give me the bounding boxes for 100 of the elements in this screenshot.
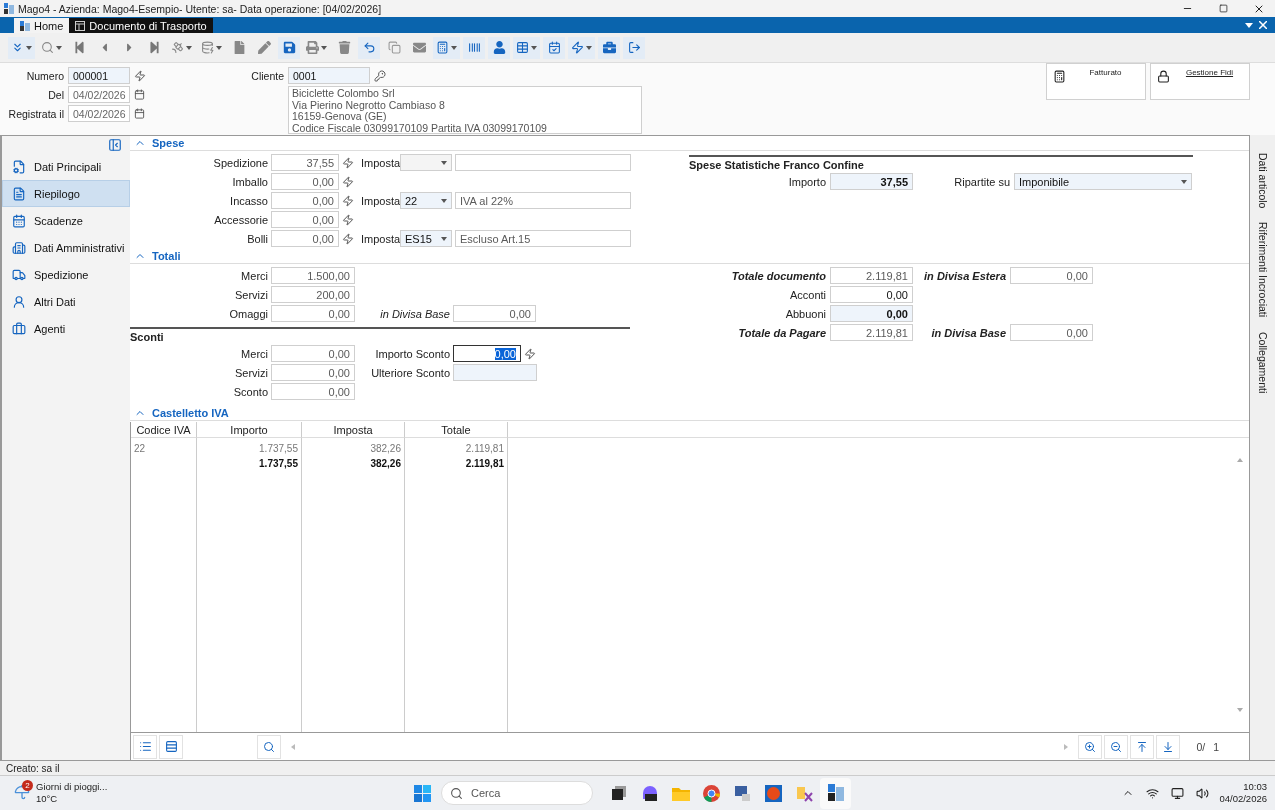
undo-icon[interactable] xyxy=(362,41,376,54)
caret-icon[interactable] xyxy=(321,45,327,50)
caret-icon[interactable] xyxy=(56,45,62,50)
zoom-in-button[interactable] xyxy=(1078,734,1103,759)
amount-field[interactable]: 2.119,81 xyxy=(830,267,913,284)
amount-field[interactable]: 0,00 xyxy=(271,383,355,400)
sidebar-item[interactable]: Altri Dati xyxy=(2,288,130,315)
info-widget[interactable]: Gestione Fidi xyxy=(1150,63,1250,100)
amount-field[interactable]: 0,00 xyxy=(830,286,913,303)
list-view-button[interactable] xyxy=(133,734,157,759)
amount-field[interactable]: 37,55 xyxy=(271,154,339,171)
mago-app-icon[interactable] xyxy=(827,784,844,802)
satellite-icon[interactable] xyxy=(171,41,184,54)
date-field[interactable]: 04/02/2026 xyxy=(68,86,130,103)
caret-icon[interactable] xyxy=(216,45,222,50)
sidebar-item[interactable]: Dati Amministrativi xyxy=(2,234,130,261)
column-header[interactable]: Totale xyxy=(405,422,508,438)
start-icon[interactable] xyxy=(414,784,431,802)
amount-field[interactable]: 0,00 xyxy=(1010,267,1093,284)
umbrella-icon[interactable] xyxy=(14,784,30,800)
zoom-out-button[interactable] xyxy=(1104,734,1129,759)
amount-field[interactable]: 0,00 xyxy=(830,305,913,322)
amount-field[interactable]: 0,00 xyxy=(271,230,339,247)
briefcase-icon[interactable] xyxy=(602,41,616,54)
calculator-icon[interactable] xyxy=(436,41,449,54)
caret-icon[interactable] xyxy=(26,45,32,50)
amount-field[interactable]: 0,00 xyxy=(271,345,355,362)
sidebar-item[interactable]: Agenti xyxy=(2,315,130,342)
tax-description-field[interactable]: IVA al 22% xyxy=(455,192,631,209)
delete-icon[interactable] xyxy=(337,41,351,54)
document-tab[interactable]: Documento di Trasporto xyxy=(69,18,213,33)
sidebar-item[interactable]: Dati Principali xyxy=(2,153,130,180)
customer-code-field[interactable]: 0001 xyxy=(288,67,370,84)
side-tab[interactable]: Collegamenti xyxy=(1256,331,1269,393)
clock-time[interactable]: 10:03 xyxy=(1243,781,1267,793)
side-tab[interactable]: Riferimenti Incrociati xyxy=(1256,222,1269,318)
amount-field[interactable]: 1.500,00 xyxy=(271,267,355,284)
user-icon[interactable] xyxy=(492,41,506,54)
first-record-icon[interactable] xyxy=(72,41,86,54)
caret-icon[interactable] xyxy=(441,236,447,241)
amount-field[interactable]: 0,00 xyxy=(1010,324,1093,341)
barcode-icon[interactable] xyxy=(467,41,481,54)
sidebar-item[interactable]: Spedizione xyxy=(2,261,130,288)
sidebar-item[interactable]: Riepilogo xyxy=(2,180,130,207)
tax-description-field[interactable]: Escluso Art.15 xyxy=(455,230,631,247)
amount-field[interactable]: 200,00 xyxy=(271,286,355,303)
collapse-panel-icon[interactable] xyxy=(108,138,122,152)
column-header[interactable]: Imposta xyxy=(302,422,405,438)
scroll-down-icon[interactable] xyxy=(1237,708,1243,712)
search-button[interactable] xyxy=(257,734,281,759)
taskbar-search-field[interactable]: Cerca xyxy=(441,781,593,805)
database-icon[interactable] xyxy=(201,41,214,54)
caret-icon[interactable] xyxy=(531,45,537,50)
side-tab[interactable]: Dati articolo xyxy=(1256,153,1269,209)
distribution-dropdown[interactable]: Imponibile xyxy=(1014,173,1192,190)
amount-field[interactable]: 0,00 xyxy=(271,211,339,228)
bolt-icon[interactable] xyxy=(134,67,148,84)
number-field[interactable]: 000001 xyxy=(68,67,130,84)
tax-dropdown[interactable]: 22 xyxy=(400,192,452,209)
column-header[interactable]: Importo xyxy=(197,422,302,438)
clock-date[interactable]: 04/02/2026 xyxy=(1219,793,1267,805)
close-tab-icon[interactable] xyxy=(1259,21,1267,29)
caret-icon[interactable] xyxy=(186,45,192,50)
amount-field[interactable]: 0,00 xyxy=(271,305,355,322)
scroll-up-icon[interactable] xyxy=(1237,458,1243,462)
exit-icon[interactable] xyxy=(627,41,641,54)
caret-icon[interactable] xyxy=(1181,179,1187,184)
expand-icon[interactable] xyxy=(11,41,24,54)
edit-icon[interactable] xyxy=(257,41,271,54)
detail-view-button[interactable] xyxy=(159,734,183,759)
weather-title[interactable]: Giorni di pioggi... xyxy=(36,781,108,793)
column-header[interactable]: Codice IVA xyxy=(131,422,197,438)
caret-icon[interactable] xyxy=(451,45,457,50)
amount-field[interactable]: 0,00 xyxy=(271,192,339,209)
browser-icon[interactable] xyxy=(703,784,720,802)
task-view-icon[interactable] xyxy=(611,786,626,800)
last-record-icon[interactable] xyxy=(147,41,161,54)
amount-field[interactable]: 0,00 xyxy=(453,305,536,322)
mail-icon[interactable] xyxy=(412,41,426,54)
amount-field[interactable]: 0,00 xyxy=(453,345,521,362)
table-icon[interactable] xyxy=(516,41,529,54)
new-document-icon[interactable] xyxy=(232,41,246,54)
amount-field[interactable]: 2.119,81 xyxy=(830,324,913,341)
search-icon[interactable] xyxy=(41,41,54,54)
print-icon[interactable] xyxy=(306,41,319,54)
caret-icon[interactable] xyxy=(441,198,447,203)
amount-field[interactable] xyxy=(453,364,537,381)
bolt-icon[interactable] xyxy=(571,41,584,54)
sidebar-item[interactable]: Scadenze xyxy=(2,207,130,234)
amount-field[interactable]: 0,00 xyxy=(271,364,355,381)
calendar-icon[interactable] xyxy=(547,41,561,54)
copy-icon[interactable] xyxy=(387,41,401,54)
amount-field[interactable]: 0,00 xyxy=(271,173,339,190)
tab-menu-caret-icon[interactable] xyxy=(1245,23,1253,28)
tax-description-field[interactable] xyxy=(455,154,631,171)
caret-icon[interactable] xyxy=(586,45,592,50)
save-icon[interactable] xyxy=(282,41,296,54)
tax-dropdown[interactable]: ES15 xyxy=(400,230,452,247)
display-icon[interactable] xyxy=(1171,786,1185,800)
date-field[interactable]: 04/02/2026 xyxy=(68,105,130,122)
